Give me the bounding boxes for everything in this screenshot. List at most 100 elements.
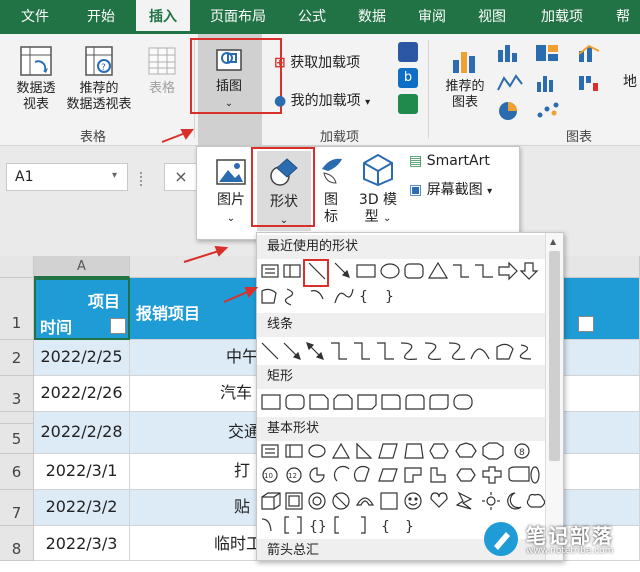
- tab-home[interactable]: 开始: [72, 0, 130, 34]
- cell-date[interactable]: 2022/2/25: [34, 340, 130, 376]
- chevron-down-icon: ⌄: [226, 213, 236, 224]
- tab-addins[interactable]: 加载项: [530, 0, 594, 34]
- cell-date[interactable]: 2022/3/2: [34, 490, 130, 526]
- recommended-pivot-label-1: 推荐的: [79, 81, 119, 96]
- waterfall-chart-icon[interactable]: [576, 72, 604, 98]
- row-header-2[interactable]: 2: [0, 340, 34, 376]
- 3d-models-button[interactable]: 3D 模 型 ⌄: [351, 153, 405, 227]
- watermark-url: www.notetribe.com: [526, 546, 614, 556]
- screenshot-icon: ▣: [409, 182, 423, 198]
- annotation-box-illustrations: [190, 38, 282, 114]
- cell-date[interactable]: 2022/3/3: [34, 526, 130, 561]
- svg-text:}: }: [405, 519, 414, 535]
- watermark-name: 笔记部落: [526, 524, 614, 548]
- tab-data[interactable]: 数据: [346, 0, 398, 34]
- recommended-pivot-button[interactable]: ? 推荐的 数据透视表: [62, 44, 136, 113]
- cell-date[interactable]: 2022/2/28: [34, 412, 130, 454]
- line-chart-icon[interactable]: [496, 72, 524, 98]
- name-box-dropdown-icon[interactable]: ▾: [112, 170, 117, 181]
- icons-label-2: 标: [324, 209, 338, 225]
- smartart-icon: ▤: [409, 153, 423, 169]
- row-header-4[interactable]: [0, 412, 34, 424]
- chevron-down-icon: ⌄: [383, 213, 392, 224]
- column-chart-icon[interactable]: [496, 42, 524, 68]
- pie-chart-icon[interactable]: [496, 100, 524, 126]
- cell-a1[interactable]: 项目 时间: [34, 278, 130, 340]
- tab-view[interactable]: 视图: [466, 0, 518, 34]
- section-rectangles: 矩形: [257, 365, 545, 389]
- cell-date[interactable]: 2022/2/26: [34, 376, 130, 412]
- statistic-chart-icon[interactable]: [534, 72, 562, 98]
- rectangles-row: [261, 394, 473, 410]
- picture-icon: [216, 159, 246, 185]
- scrollbar-thumb[interactable]: [549, 251, 560, 461]
- select-all-corner[interactable]: [0, 256, 34, 278]
- screenshot-button[interactable]: ▣ 屏幕截图 ▾: [409, 179, 492, 199]
- my-addins-label: 我的加载项: [290, 93, 361, 109]
- row-header-6[interactable]: 6: [0, 454, 34, 490]
- lines-row: [261, 342, 532, 360]
- tab-page-layout[interactable]: 页面布局: [200, 0, 276, 34]
- section-recent-shapes: 最近使用的形状: [257, 235, 545, 259]
- header-item-label: 项目: [87, 292, 120, 311]
- smartart-button[interactable]: ▤ SmartArt: [409, 153, 490, 169]
- svg-text:8: 8: [519, 448, 525, 458]
- filter-dropdown-icon[interactable]: [110, 318, 126, 334]
- cancel-formula-icon[interactable]: ×: [164, 163, 198, 191]
- pictures-button[interactable]: 图片 ⌄: [211, 157, 251, 227]
- svg-text:12: 12: [288, 472, 297, 480]
- recommended-charts-button[interactable]: 推荐的 图表: [440, 44, 490, 111]
- svg-text:{: {: [381, 519, 390, 535]
- people-graph-icon[interactable]: [398, 94, 418, 114]
- scatter-chart-icon[interactable]: [534, 100, 562, 126]
- recommended-charts-label-2: 图表: [451, 95, 478, 110]
- group-separator: [428, 40, 429, 138]
- icons-button[interactable]: 图 标: [315, 153, 347, 226]
- shapes-gallery-scrollbar[interactable]: ▲: [545, 233, 563, 560]
- row-header-7[interactable]: 7: [0, 490, 34, 526]
- cell-date[interactable]: 2022/3/1: [34, 454, 130, 490]
- tab-insert[interactable]: 插入: [136, 0, 190, 34]
- bing-maps-icon[interactable]: b: [398, 68, 418, 88]
- smartart-label: SmartArt: [426, 153, 490, 169]
- maps-button[interactable]: 地: [620, 74, 640, 90]
- formula-bar-splitter[interactable]: [140, 172, 144, 186]
- row-header-3[interactable]: 3: [0, 376, 34, 412]
- recommended-pivot-icon: ?: [85, 46, 113, 76]
- pivot-table-button[interactable]: 数据透 视表: [10, 44, 62, 113]
- get-addins-button[interactable]: ⊞ 获取加载项: [274, 52, 360, 72]
- screenshot-label: 屏幕截图: [426, 182, 483, 198]
- name-box[interactable]: A1: [6, 163, 128, 191]
- table-button[interactable]: 表格: [140, 44, 184, 97]
- visio-icon[interactable]: [398, 42, 418, 62]
- filter-dropdown-icon[interactable]: [578, 316, 594, 332]
- combo-chart-icon[interactable]: [576, 42, 604, 68]
- svg-text:10: 10: [264, 472, 273, 480]
- recent-shapes-row: { }: [261, 261, 539, 306]
- ribbon: 数据透 视表 ? 推荐的 数据透视表 表格 表格 插图 ⌄ ⊞ 获取加载项 ● …: [0, 34, 640, 146]
- hierarchy-chart-icon[interactable]: [534, 42, 562, 68]
- group-label-tables: 表格: [80, 130, 107, 145]
- icons-label-1: 图: [324, 192, 338, 208]
- row-header-5[interactable]: 5: [0, 424, 34, 454]
- my-addins-button[interactable]: ● 我的加载项 ▾: [274, 90, 370, 110]
- header-time-label: 时间: [40, 318, 73, 337]
- column-header-a[interactable]: A: [34, 256, 130, 278]
- tab-review[interactable]: 审阅: [406, 0, 458, 34]
- table-label: 表格: [148, 81, 175, 96]
- shapes-gallery: 最近使用的形状 { } 线条 矩形 基本形状 8 10 12 {} {} 箭头…: [256, 232, 564, 561]
- svg-text:{}: {}: [309, 519, 327, 535]
- svg-text:?: ?: [101, 63, 106, 73]
- scroll-up-icon[interactable]: ▲: [550, 237, 556, 246]
- ribbon-tab-bar: 文件 开始 插入 页面布局 公式 数据 审阅 视图 加载项 帮: [0, 0, 640, 34]
- pictures-label: 图片: [217, 192, 245, 208]
- row-header-8[interactable]: 8: [0, 526, 34, 561]
- recommended-pivot-label-2: 数据透视表: [66, 97, 132, 112]
- tab-file[interactable]: 文件: [10, 0, 60, 34]
- watermark: 笔记部落 www.notetribe.com: [478, 518, 640, 561]
- section-lines: 线条: [257, 313, 545, 337]
- row-header-1[interactable]: 1: [0, 278, 34, 340]
- tab-help[interactable]: 帮: [606, 0, 640, 34]
- tab-formulas[interactable]: 公式: [286, 0, 338, 34]
- annotation-box-shapes: [251, 147, 315, 227]
